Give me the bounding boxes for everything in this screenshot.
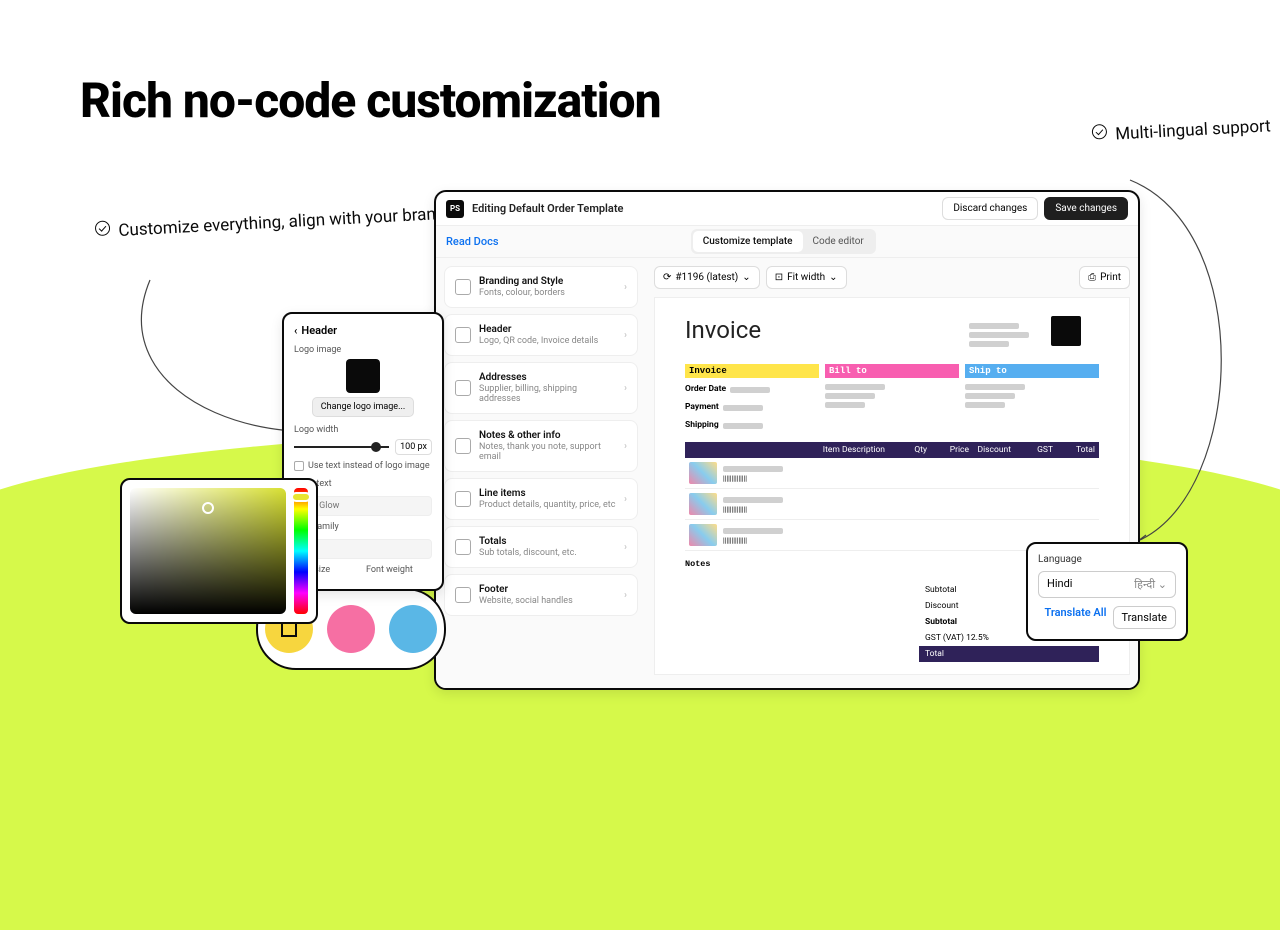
section-icon [455, 380, 471, 396]
translate-button[interactable]: Translate [1113, 606, 1177, 629]
label-font-weight: Font weight [366, 565, 432, 575]
section-icon [455, 491, 471, 507]
doc-title: Invoice [685, 316, 1099, 344]
annotation-left-text: Customize everything, align with your br… [118, 204, 446, 241]
window-title: Editing Default Order Template [472, 202, 623, 215]
language-select[interactable]: Hindi हिन्दी ⌄ [1038, 571, 1176, 598]
section-icon [455, 587, 471, 603]
discard-button[interactable]: Discard changes [942, 197, 1038, 220]
language-popup: Language Hindi हिन्दी ⌄ Translate All Tr… [1026, 542, 1188, 641]
tab-code[interactable]: Code editor [803, 231, 874, 252]
check-icon [95, 220, 111, 236]
chevron-right-icon: › [624, 282, 627, 293]
hue-slider[interactable] [294, 488, 308, 614]
label-logo-image: Logo image [294, 345, 432, 355]
save-button[interactable]: Save changes [1044, 197, 1128, 220]
section-item[interactable]: FooterWebsite, social handles › [444, 574, 638, 616]
change-logo-button[interactable]: Change logo image... [312, 397, 414, 417]
fit-select[interactable]: ⊡ Fit width ⌄ [766, 266, 847, 289]
tab-customize[interactable]: Customize template [693, 231, 803, 252]
language-label: Language [1038, 554, 1176, 565]
doc-logo-icon [1051, 316, 1081, 346]
chevron-right-icon: › [624, 542, 627, 553]
meta-shipping: Shipping [685, 420, 819, 432]
col-invoice: Invoice [685, 364, 819, 378]
app-logo-icon: PS [446, 200, 464, 218]
chevron-right-icon: › [624, 590, 627, 601]
annotation-left: Customize everything, align with your br… [95, 203, 446, 243]
popup-back[interactable]: ‹ Header [294, 324, 432, 337]
view-tabs: Customize template Code editor [691, 229, 876, 254]
check-icon [1092, 124, 1108, 140]
section-item[interactable]: Line itemsProduct details, quantity, pri… [444, 478, 638, 520]
section-item[interactable]: TotalsSub totals, discount, etc. › [444, 526, 638, 568]
label-logo-width: Logo width [294, 425, 432, 435]
translate-all-button[interactable]: Translate All [1044, 606, 1106, 629]
section-icon [455, 539, 471, 555]
swatch-pink[interactable] [327, 605, 375, 653]
section-item[interactable]: HeaderLogo, QR code, Invoice details › [444, 314, 638, 356]
sections-sidebar: Branding and StyleFonts, colour, borders… [436, 258, 646, 688]
swatch-blue[interactable] [389, 605, 437, 653]
col-shipto: Ship to [965, 364, 1099, 378]
sub-bar: Read Docs Customize template Code editor [436, 226, 1138, 258]
annotation-right: Multi-lingual support [1092, 115, 1272, 146]
version-select[interactable]: ⟳ #1196 (latest) ⌄ [654, 266, 760, 289]
hero-title: Rich no-code customization [80, 72, 661, 129]
read-docs-link[interactable]: Read Docs [446, 235, 499, 248]
meta-payment: Payment [685, 402, 819, 414]
width-slider[interactable] [294, 446, 389, 448]
chevron-right-icon: › [624, 441, 627, 452]
section-item[interactable]: Notes & other infoNotes, thank you note,… [444, 420, 638, 472]
print-button[interactable]: ⎙ Print [1079, 266, 1130, 289]
section-icon [455, 438, 471, 454]
preview-toolbar: ⟳ #1196 (latest) ⌄ ⊡ Fit width ⌄ ⎙ Print [654, 266, 1130, 289]
section-icon [455, 279, 471, 295]
title-bar: PS Editing Default Order Template Discar… [436, 192, 1138, 226]
chevron-right-icon: › [624, 494, 627, 505]
col-billto: Bill to [825, 364, 959, 378]
annotation-right-text: Multi-lingual support [1115, 116, 1271, 144]
color-picker[interactable] [120, 478, 318, 624]
chevron-right-icon: › [624, 383, 627, 394]
line-items-table: Item DescriptionQtyPriceDiscountGSTTotal… [685, 442, 1099, 551]
width-value[interactable]: 100 [400, 442, 415, 452]
chevron-right-icon: › [624, 330, 627, 341]
section-item[interactable]: Branding and StyleFonts, colour, borders… [444, 266, 638, 308]
section-icon [455, 327, 471, 343]
saturation-field[interactable] [130, 488, 286, 614]
width-unit: px [418, 442, 427, 452]
use-text-checkbox[interactable]: Use text instead of logo image [294, 461, 432, 471]
section-item[interactable]: AddressesSupplier, billing, shipping add… [444, 362, 638, 414]
logo-preview-icon [346, 359, 380, 393]
meta-order-date: Order Date [685, 384, 819, 396]
